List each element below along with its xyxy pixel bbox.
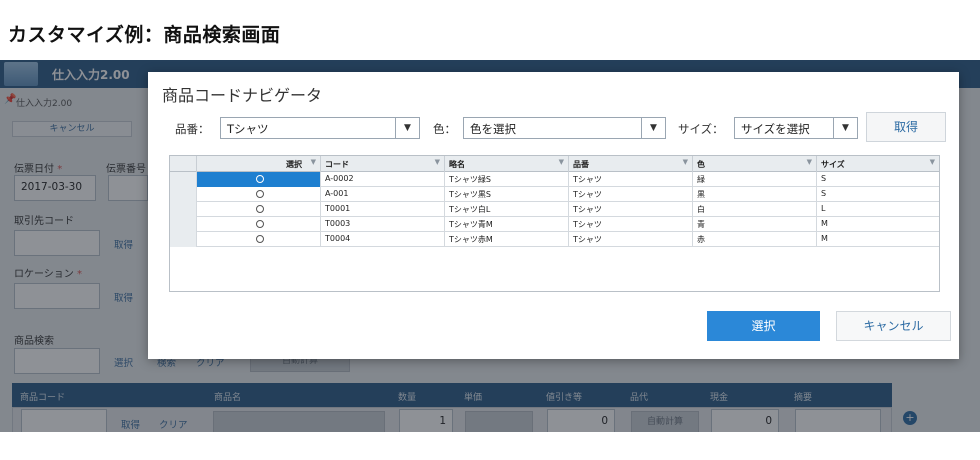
table-row[interactable]: A-0002 Tシャツ緑S Tシャツ 緑 S [170, 172, 939, 187]
filter-icon: ▼ [682, 158, 688, 166]
radio-button[interactable] [256, 190, 264, 198]
item-filter-label: 品番： [175, 122, 210, 136]
size-cell: S [816, 187, 939, 202]
page-heading: カスタマイズ例：商品検索画面 [8, 24, 281, 46]
name-cell: Tシャツ緑S [444, 172, 568, 187]
table-row[interactable]: T0003 Tシャツ青M Tシャツ 青 M [170, 217, 939, 232]
color-filter-label: 色： [433, 122, 456, 136]
row-header [170, 172, 196, 187]
color-filter-value: 色を選択 [470, 122, 516, 136]
filter-icon: ▼ [434, 158, 440, 166]
item-cell: Tシャツ [568, 217, 692, 232]
product-grid: 選択 ▼ コード ▼ 略名 ▼ 品番 ▼ 色 ▼ サイズ ▼ A-0002 Tシャツ緑S T… [169, 155, 940, 292]
filter-icon: ▼ [806, 158, 812, 166]
dialog-title: 商品コードナビゲータ [162, 86, 323, 105]
chevron-down-icon: ▼ [395, 118, 419, 138]
row-header [170, 232, 196, 247]
select-cell[interactable] [196, 172, 320, 187]
color-cell: 白 [692, 202, 816, 217]
code-cell: T0003 [320, 217, 444, 232]
size-cell: M [816, 232, 939, 247]
row-header [170, 217, 196, 232]
size-cell: L [816, 202, 939, 217]
table-row[interactable]: A-001 Tシャツ黒S Tシャツ 黒 S [170, 187, 939, 202]
color-cell: 青 [692, 217, 816, 232]
color-cell: 緑 [692, 172, 816, 187]
select-button[interactable]: 選択 [707, 311, 820, 341]
radio-button[interactable] [256, 235, 264, 243]
item-filter-value: Tシャツ [227, 122, 269, 136]
item-filter-select[interactable]: Tシャツ ▼ [220, 117, 420, 139]
col-item[interactable]: 品番 ▼ [568, 156, 692, 172]
color-cell: 黒 [692, 187, 816, 202]
filter-icon: ▼ [929, 158, 935, 166]
code-cell: T0004 [320, 232, 444, 247]
select-cell[interactable] [196, 217, 320, 232]
item-cell: Tシャツ [568, 202, 692, 217]
item-cell: Tシャツ [568, 172, 692, 187]
col-size[interactable]: サイズ ▼ [816, 156, 939, 172]
cancel-button[interactable]: キャンセル [836, 311, 951, 341]
size-filter-label: サイズ： [678, 122, 724, 136]
code-cell: A-001 [320, 187, 444, 202]
col-name[interactable]: 略名 ▼ [444, 156, 568, 172]
filter-icon: ▼ [558, 158, 564, 166]
grid-header: 選択 ▼ コード ▼ 略名 ▼ 品番 ▼ 色 ▼ サイズ ▼ [170, 156, 939, 172]
size-cell: M [816, 217, 939, 232]
size-filter-value: サイズを選択 [741, 122, 810, 136]
code-cell: T0001 [320, 202, 444, 217]
name-cell: Tシャツ白L [444, 202, 568, 217]
filter-icon: ▼ [310, 158, 316, 166]
name-cell: Tシャツ黒S [444, 187, 568, 202]
code-cell: A-0002 [320, 172, 444, 187]
select-cell[interactable] [196, 187, 320, 202]
item-cell: Tシャツ [568, 187, 692, 202]
chevron-down-icon: ▼ [641, 118, 665, 138]
name-cell: Tシャツ青M [444, 217, 568, 232]
product-code-navigator-dialog: 商品コードナビゲータ 品番： Tシャツ ▼ 色： 色を選択 ▼ サイズ： サイズ… [148, 72, 959, 359]
color-filter-select[interactable]: 色を選択 ▼ [463, 117, 666, 139]
table-row[interactable]: T0004 Tシャツ赤M Tシャツ 赤 M [170, 232, 939, 247]
name-cell: Tシャツ赤M [444, 232, 568, 247]
radio-button[interactable] [256, 175, 264, 183]
radio-button[interactable] [256, 205, 264, 213]
get-button[interactable]: 取得 [866, 112, 946, 142]
col-select[interactable]: 選択 ▼ [196, 156, 320, 172]
select-cell[interactable] [196, 232, 320, 247]
row-header [170, 187, 196, 202]
size-filter-select[interactable]: サイズを選択 ▼ [734, 117, 858, 139]
table-row[interactable]: T0001 Tシャツ白L Tシャツ 白 L [170, 202, 939, 217]
size-cell: S [816, 172, 939, 187]
select-cell[interactable] [196, 202, 320, 217]
item-cell: Tシャツ [568, 232, 692, 247]
chevron-down-icon: ▼ [833, 118, 857, 138]
row-header [170, 202, 196, 217]
grid-corner [170, 156, 196, 172]
col-color[interactable]: 色 ▼ [692, 156, 816, 172]
color-cell: 赤 [692, 232, 816, 247]
radio-button[interactable] [256, 220, 264, 228]
col-code[interactable]: コード ▼ [320, 156, 444, 172]
